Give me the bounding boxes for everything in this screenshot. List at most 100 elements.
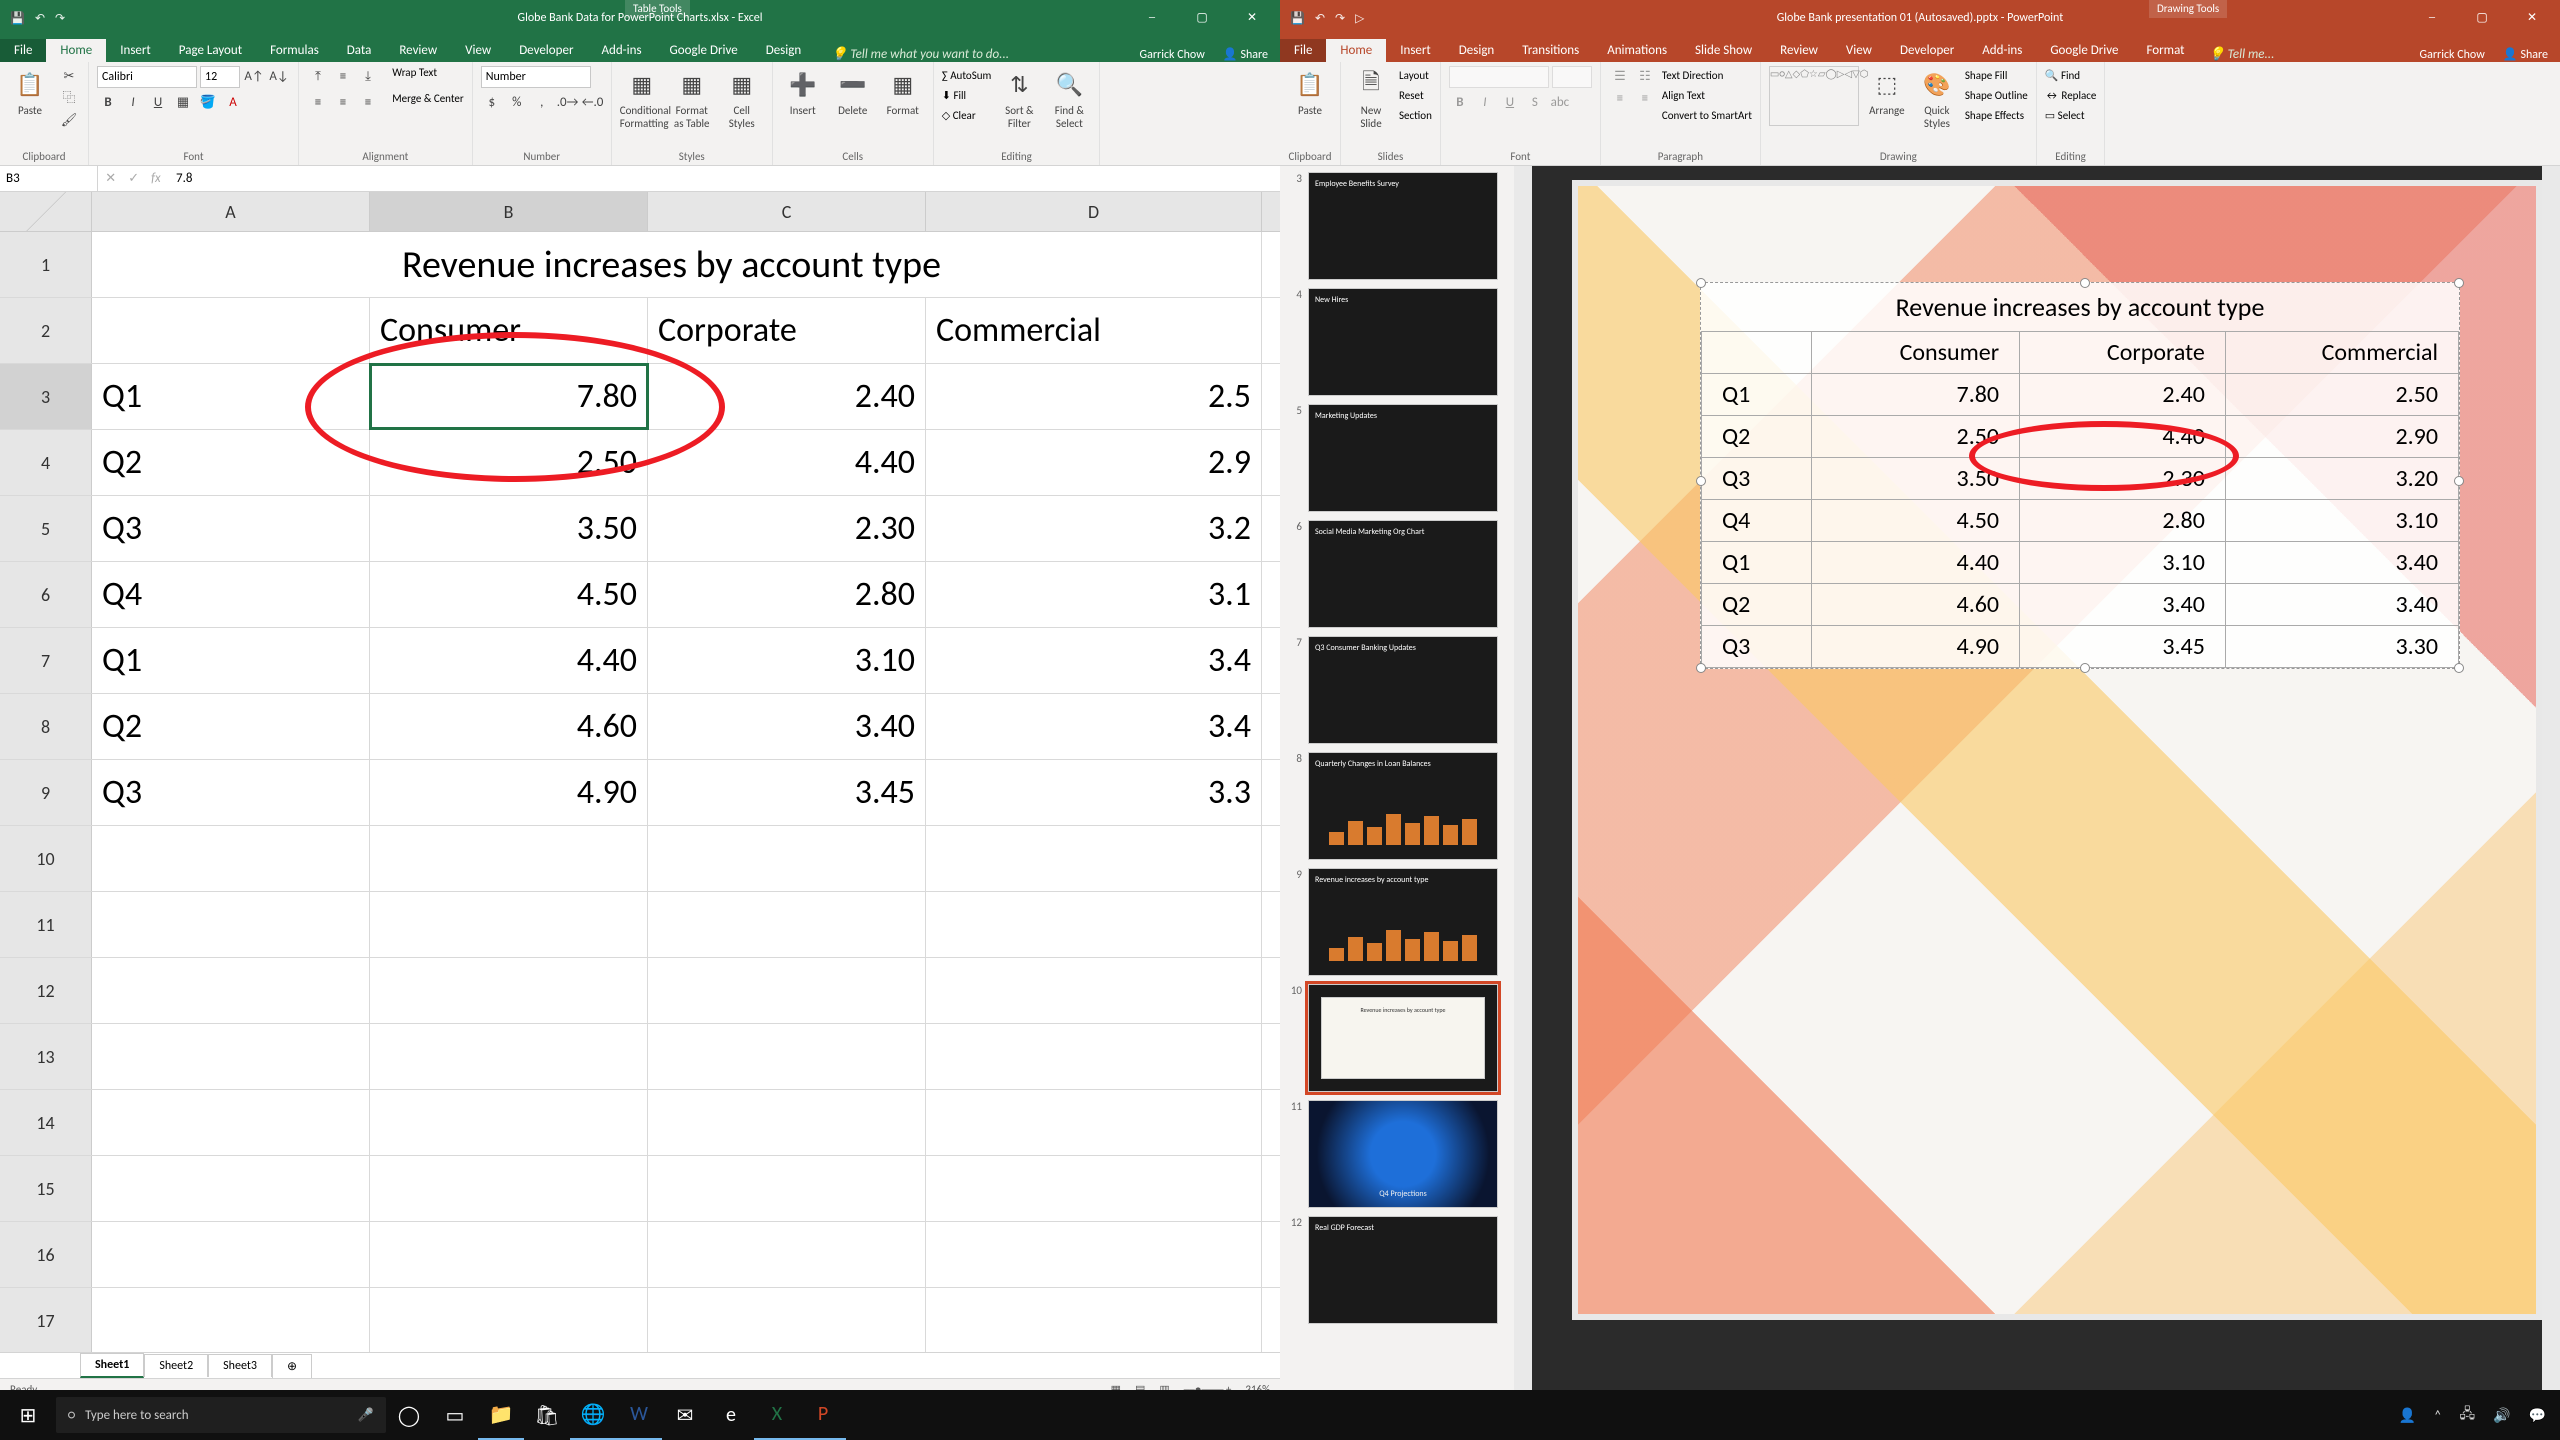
row-header[interactable]: 9	[0, 760, 92, 825]
tray-people-icon[interactable]: 👤	[2399, 1407, 2416, 1424]
slide-thumbnail[interactable]: 12Real GDP Forecast	[1280, 1216, 1514, 1324]
clear-button[interactable]: ◇ Clear	[942, 106, 992, 126]
resize-handle[interactable]	[1696, 476, 1706, 486]
conditional-formatting-button[interactable]: ▦Conditional Formatting	[620, 66, 664, 130]
file-explorer-icon[interactable]: 📁	[478, 1390, 524, 1440]
tab-developer[interactable]: Developer	[1886, 39, 1968, 62]
cell[interactable]: 4.60	[370, 694, 648, 759]
row-header[interactable]: 14	[0, 1090, 92, 1155]
slide-thumbnail[interactable]: 3Employee Benefits Survey	[1280, 172, 1514, 280]
cell[interactable]: 2.5	[926, 364, 1262, 429]
row-header[interactable]: 3	[0, 364, 92, 429]
underline-button[interactable]: U	[147, 92, 169, 114]
font-size[interactable]	[200, 66, 240, 88]
row-header[interactable]: 16	[0, 1222, 92, 1287]
font-name[interactable]	[97, 66, 197, 88]
underline-button[interactable]: U	[1499, 92, 1521, 114]
tab-addins[interactable]: Add-ins	[587, 39, 655, 62]
slide-thumbnail[interactable]: 10Revenue increases by account type	[1280, 984, 1514, 1092]
align-bot-icon[interactable]: ⤓	[357, 66, 379, 88]
tab-formulas[interactable]: Formulas	[256, 39, 333, 62]
tab-insert[interactable]: Insert	[106, 39, 165, 62]
cell[interactable]: Q2	[92, 430, 370, 495]
word-icon[interactable]: W	[616, 1390, 662, 1440]
tab-googledrive[interactable]: Google Drive	[656, 39, 752, 62]
align-left-icon[interactable]: ≡	[307, 92, 329, 114]
hdr-commercial[interactable]: Commercial	[926, 298, 1262, 363]
chrome-icon[interactable]: 🌐	[570, 1390, 616, 1440]
fill-color-icon[interactable]: 🪣	[197, 92, 219, 114]
layout-button[interactable]: Layout	[1399, 66, 1432, 86]
fx-icon[interactable]: fx	[151, 171, 161, 186]
fill-button[interactable]: ⬇ Fill	[942, 86, 992, 106]
tab-transitions[interactable]: Transitions	[1508, 39, 1593, 62]
replace-button[interactable]: ↔ Replace	[2045, 86, 2097, 106]
undo-icon[interactable]: ↶	[1315, 11, 1325, 26]
resize-handle[interactable]	[2454, 278, 2464, 288]
cell[interactable]: 2.40	[648, 364, 926, 429]
find-select-button[interactable]: 🔍Find & Select	[1047, 66, 1091, 130]
start-button[interactable]: ⊞	[0, 1403, 56, 1428]
find-button[interactable]: 🔍 Find	[2045, 66, 2097, 86]
merge-button[interactable]: Merge & Center	[392, 92, 464, 114]
row-header[interactable]: 2	[0, 298, 92, 363]
shape-fill-button[interactable]: Shape Fill	[1965, 66, 2028, 86]
sheet-tab[interactable]: Sheet1	[80, 1353, 144, 1378]
excel-icon[interactable]: X	[754, 1390, 800, 1440]
slide-scrollbar[interactable]	[2542, 166, 2560, 1390]
resize-handle[interactable]	[2080, 663, 2090, 673]
save-icon[interactable]: 💾	[10, 11, 25, 26]
currency-icon[interactable]: $	[481, 92, 503, 114]
cell[interactable]: 3.2	[926, 496, 1262, 561]
arrange-button[interactable]: ⬚Arrange	[1865, 66, 1909, 117]
tab-slideshow[interactable]: Slide Show	[1681, 39, 1766, 62]
align-left-icon[interactable]: ≡	[1609, 88, 1631, 110]
shape-effects-button[interactable]: Shape Effects	[1965, 106, 2028, 126]
cut-icon[interactable]: ✂	[58, 66, 80, 88]
tellme[interactable]: Tell me...	[2228, 47, 2275, 62]
tray-up-icon[interactable]: ˄	[2434, 1407, 2442, 1424]
row-header[interactable]: 1	[0, 232, 92, 297]
format-cells-button[interactable]: ▦Format	[881, 66, 925, 117]
bold-button[interactable]: B	[1449, 92, 1471, 114]
slide-thumbnail[interactable]: 11Q4 Projections	[1280, 1100, 1514, 1208]
cell[interactable]: 2.50	[370, 430, 648, 495]
insert-cells-button[interactable]: ➕Insert	[781, 66, 825, 117]
font-size[interactable]	[1552, 66, 1592, 88]
bullets-icon[interactable]: ☰	[1609, 66, 1631, 88]
cell[interactable]: 3.50	[370, 496, 648, 561]
minimize-icon[interactable]: ─	[1130, 0, 1174, 36]
close-icon[interactable]: ✕	[2510, 0, 2554, 36]
col-header-c[interactable]: C	[648, 192, 926, 231]
grow-font-icon[interactable]: A↑	[243, 66, 265, 88]
tab-design[interactable]: Design	[752, 39, 815, 62]
name-box[interactable]: B3	[0, 166, 98, 191]
cell[interactable]: Q1	[92, 628, 370, 693]
cell[interactable]: 3.4	[926, 694, 1262, 759]
paste-button[interactable]: 📋Paste	[1288, 66, 1332, 117]
cell[interactable]: 4.40	[648, 430, 926, 495]
tab-googledrive[interactable]: Google Drive	[2036, 39, 2132, 62]
slide-thumbnail[interactable]: 6Social Media Marketing Org Chart	[1280, 520, 1514, 628]
cell[interactable]: 3.1	[926, 562, 1262, 627]
cell[interactable]: 3.4	[926, 628, 1262, 693]
col-header-a[interactable]: A	[92, 192, 370, 231]
comma-icon[interactable]: ,	[531, 92, 553, 114]
tab-home[interactable]: Home	[46, 39, 106, 62]
tab-file[interactable]: File	[1280, 39, 1326, 62]
align-right-icon[interactable]: ≡	[357, 92, 379, 114]
align-text-button[interactable]: Align Text	[1662, 86, 1752, 106]
tab-pagelayout[interactable]: Page Layout	[165, 39, 256, 62]
align-mid-icon[interactable]: ≡	[332, 66, 354, 88]
slide[interactable]: Revenue increases by account type Consum…	[1572, 180, 2542, 1320]
tab-animations[interactable]: Animations	[1593, 39, 1681, 62]
shape-outline-button[interactable]: Shape Outline	[1965, 86, 2028, 106]
undo-icon[interactable]: ↶	[35, 11, 45, 26]
slide-thumbnails[interactable]: 3Employee Benefits Survey4New Hires5Mark…	[1280, 166, 1514, 1390]
tab-home[interactable]: Home	[1326, 39, 1386, 62]
row-header[interactable]: 7	[0, 628, 92, 693]
cell[interactable]: 4.90	[370, 760, 648, 825]
minimize-icon[interactable]: ─	[2410, 0, 2454, 36]
italic-button[interactable]: I	[122, 92, 144, 114]
row-header[interactable]: 6	[0, 562, 92, 627]
